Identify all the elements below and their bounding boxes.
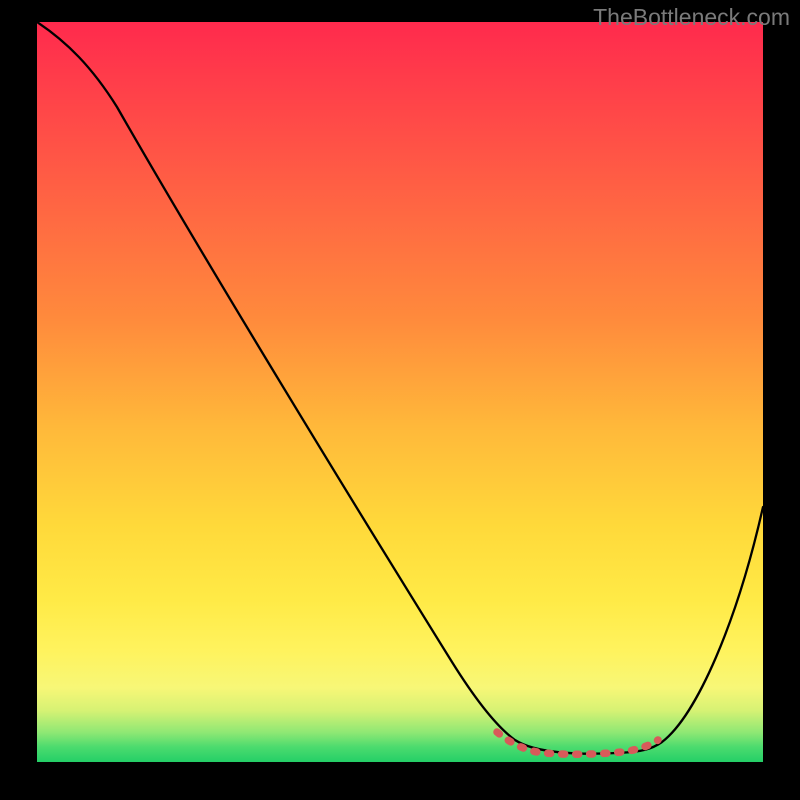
chart-background (37, 22, 763, 762)
bottleneck-chart (37, 22, 763, 762)
watermark-text: TheBottleneck.com (593, 4, 790, 31)
